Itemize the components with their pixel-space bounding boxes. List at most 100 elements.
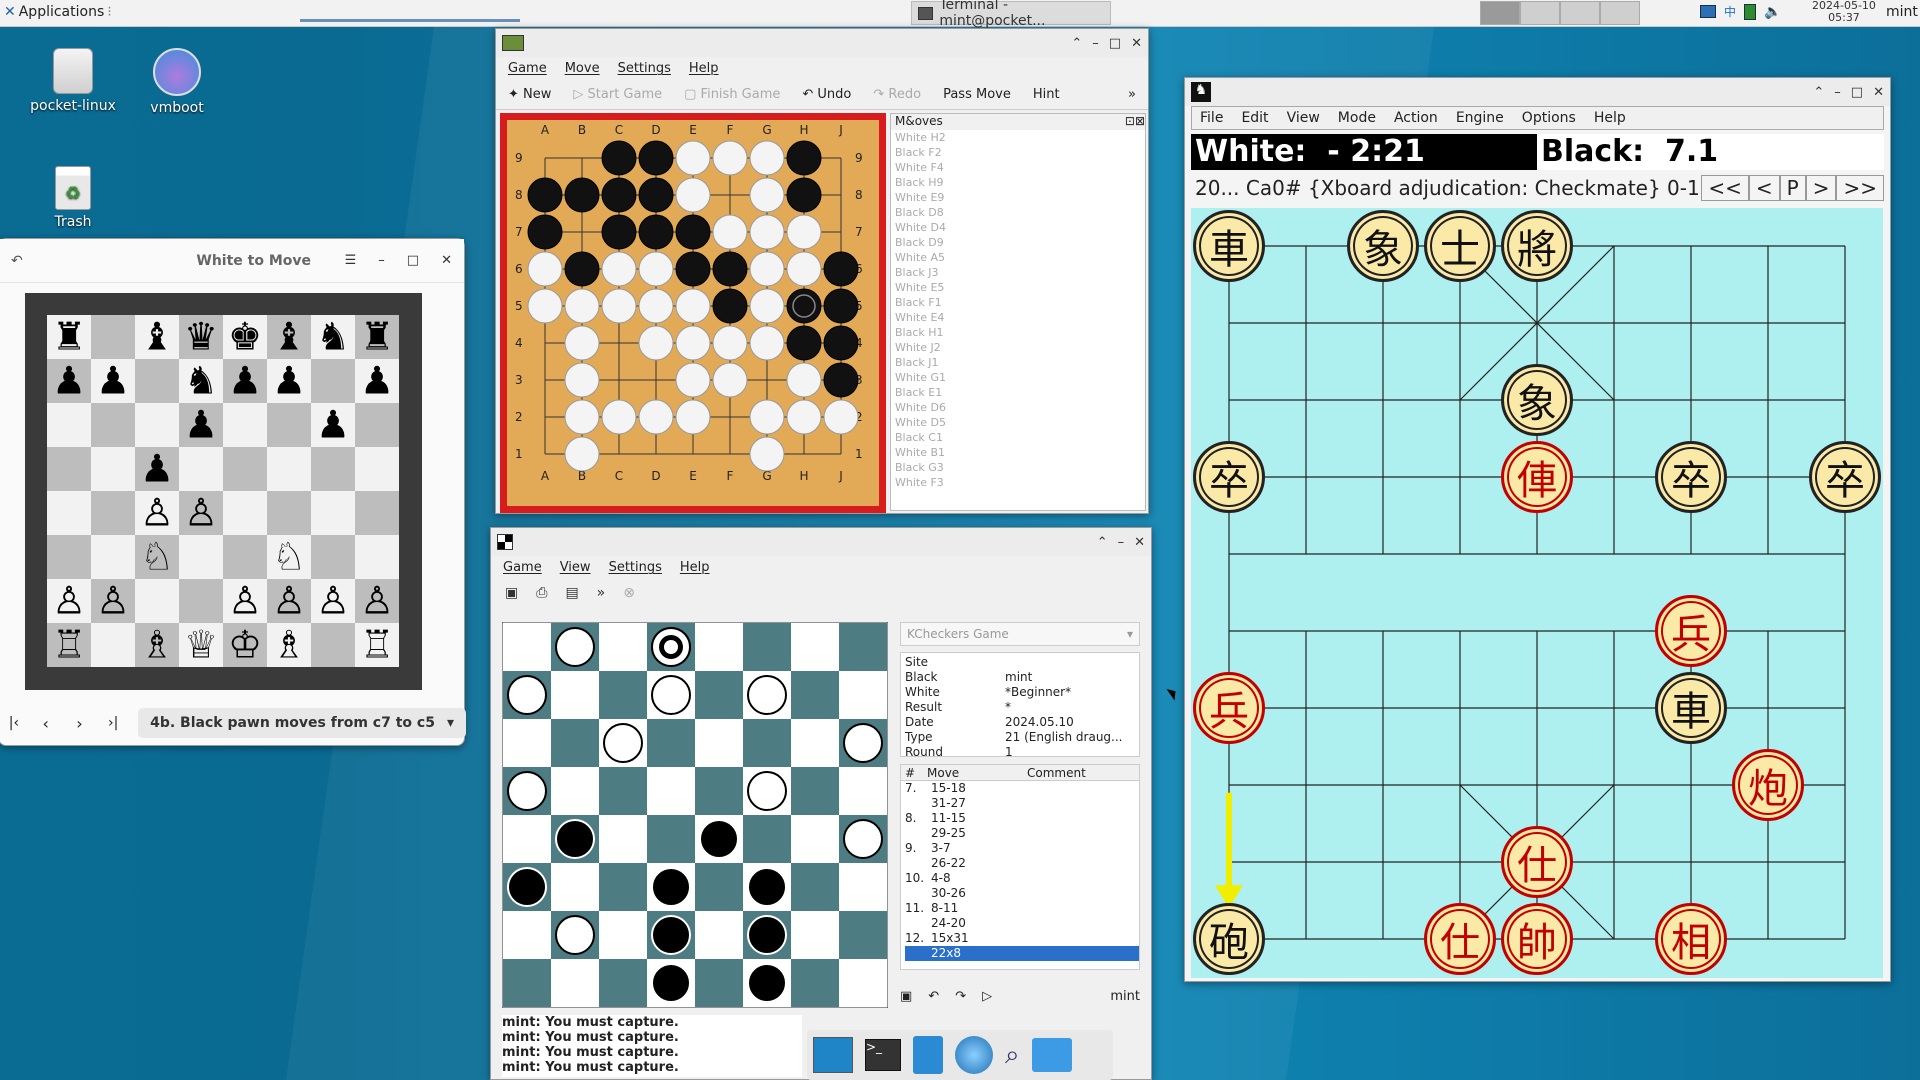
workspace-switcher[interactable]	[1480, 1, 1640, 25]
red-piece[interactable]: 俥	[1501, 441, 1573, 513]
web-browser-icon[interactable]	[955, 1036, 993, 1074]
moves-list[interactable]: White H2 Black F2 White F4 Black H9 White E9…	[891, 130, 1145, 490]
checkers-board[interactable]	[502, 622, 888, 1008]
next-move-icon[interactable]: ›	[63, 714, 97, 733]
move-row[interactable]: 9. 3-7	[905, 841, 1139, 856]
terminal-icon[interactable]: >_	[865, 1039, 901, 1071]
red-piece[interactable]: 仕	[1501, 826, 1573, 898]
toolbar-overflow-icon[interactable]: »	[1128, 87, 1136, 102]
shade-icon[interactable]: ⌃	[1813, 85, 1824, 100]
black-piece[interactable]: 砲	[1193, 903, 1265, 975]
move-item[interactable]: White E5	[891, 280, 1145, 295]
start-game-button[interactable]: ▷ Start Game	[573, 87, 662, 102]
black-piece[interactable]: 象	[1347, 210, 1419, 282]
applications-menu[interactable]: ✕ Applications ⁝	[4, 4, 112, 20]
black-piece[interactable]: 象	[1501, 364, 1573, 436]
menu-move[interactable]: Move	[565, 61, 600, 76]
move-item[interactable]: White E9	[891, 190, 1145, 205]
move-item[interactable]: Black E1	[891, 385, 1145, 400]
black-piece[interactable]: 車	[1655, 672, 1727, 744]
desktop-icon-trash[interactable]: ♻ Trash	[28, 166, 118, 230]
menu-action[interactable]: Action	[1394, 110, 1438, 126]
move-item[interactable]: Black D8	[891, 205, 1145, 220]
panel-close-icon[interactable]: ⊡⊠	[1125, 114, 1145, 130]
display-icon[interactable]	[1700, 5, 1716, 18]
pgn-value[interactable]: 2024.05.10	[1005, 715, 1074, 730]
move-row[interactable]: 30-26	[905, 886, 1139, 901]
move-item[interactable]: White G1	[891, 370, 1145, 385]
move-item[interactable]: Black D9	[891, 235, 1145, 250]
move-row[interactable]: 11. 8-11	[905, 901, 1139, 916]
last-move-icon[interactable]: ›|	[96, 715, 130, 731]
pgn-value[interactable]: 1	[1005, 745, 1013, 760]
clock[interactable]: 2024-05-10 05:37	[1812, 0, 1876, 24]
maximize-icon[interactable]: □	[407, 253, 419, 268]
red-piece[interactable]: 相	[1655, 903, 1727, 975]
new-button[interactable]: ✦ New	[508, 87, 551, 102]
search-icon[interactable]: ⌕	[1005, 1040, 1020, 1071]
workspace-4[interactable]	[1600, 1, 1640, 25]
game-select[interactable]: KCheckers Game ▾	[900, 622, 1140, 646]
move-row[interactable]: 22x8	[905, 946, 1139, 961]
next-round-icon[interactable]: »	[597, 585, 606, 601]
nav-forward-button[interactable]: >	[1805, 175, 1837, 201]
move-item[interactable]: Black C1	[891, 430, 1145, 445]
maximize-icon[interactable]: □	[1109, 36, 1121, 51]
workspace-3[interactable]	[1560, 1, 1600, 25]
move-row[interactable]: 29-25	[905, 826, 1139, 841]
move-item[interactable]: Black H1	[891, 325, 1145, 340]
menu-engine[interactable]: Engine	[1456, 110, 1504, 126]
nav-last-button[interactable]: >>	[1836, 175, 1884, 201]
prev-move-icon[interactable]: ‹	[29, 714, 63, 733]
move-item[interactable]: Black F1	[891, 295, 1145, 310]
move-item[interactable]: White J2	[891, 340, 1145, 355]
move-item[interactable]: Black G3	[891, 460, 1145, 475]
stop-icon[interactable]: ⊗	[623, 585, 635, 601]
move-item[interactable]: Black H9	[891, 175, 1145, 190]
pass-move-button[interactable]: Pass Move	[943, 87, 1011, 102]
move-rows[interactable]: 7. 15-18 31-27 8. 11-15 29-25 9. 3-7 26-22 10. 4-8…	[901, 781, 1139, 961]
go-board[interactable]: AABBCCDDEEFFGGHHJJ9 98 87 76 65 54 43 32 21 1	[507, 120, 879, 506]
open-icon[interactable]: ⎙	[536, 585, 547, 601]
move-row[interactable]: 12. 15x31	[905, 931, 1139, 946]
pgn-value[interactable]: *	[1005, 700, 1011, 715]
first-move-icon[interactable]: |‹	[0, 715, 29, 731]
undo-icon[interactable]: ↶	[928, 989, 939, 1004]
move-row[interactable]: 8. 11-15	[905, 811, 1139, 826]
user-menu[interactable]: mint	[1886, 4, 1918, 20]
new-game-icon[interactable]: ▣	[505, 585, 518, 601]
move-item[interactable]: White A5	[891, 250, 1145, 265]
input-method-icon[interactable]: 中	[1724, 3, 1736, 20]
move-row[interactable]: 31-27	[905, 796, 1139, 811]
move-select[interactable]: 4b. Black pawn moves from c7 to c5 ▾	[138, 708, 466, 738]
menu-mode[interactable]: Mode	[1338, 110, 1376, 126]
menu-help[interactable]: Help	[680, 560, 710, 575]
file-manager-icon[interactable]	[913, 1036, 943, 1074]
save-icon[interactable]: ▤	[565, 585, 578, 601]
menu-settings[interactable]: Settings	[609, 560, 662, 575]
nav-back-button[interactable]: <	[1748, 175, 1780, 201]
menu-view[interactable]: View	[560, 560, 591, 575]
menu-settings[interactable]: Settings	[618, 61, 671, 76]
minimize-icon[interactable]: –	[378, 253, 385, 268]
black-piece[interactable]: 將	[1501, 210, 1573, 282]
taskbar-terminal[interactable]: Terminal - mint@pocket...	[911, 0, 1111, 29]
redo-icon[interactable]: ↷	[955, 989, 966, 1004]
red-piece[interactable]: 仕	[1424, 903, 1496, 975]
move-item[interactable]: White D5	[891, 415, 1145, 430]
move-row[interactable]: 10. 4-8	[905, 871, 1139, 886]
volume-icon[interactable]: 🔈	[1764, 4, 1781, 20]
red-piece[interactable]: 帥	[1501, 903, 1573, 975]
play-icon[interactable]: ▷	[982, 989, 992, 1004]
col-number[interactable]: #	[901, 765, 927, 780]
show-desktop-icon[interactable]	[813, 1037, 853, 1073]
nav-pause-button[interactable]: P	[1779, 175, 1806, 201]
close-icon[interactable]: ✕	[1131, 36, 1142, 51]
menu-game[interactable]: Game	[503, 560, 542, 575]
minimize-icon[interactable]: –	[1118, 535, 1125, 550]
battery-icon[interactable]	[1744, 3, 1757, 20]
move-item[interactable]: White F3	[891, 475, 1145, 490]
close-icon[interactable]: ✕	[1134, 535, 1145, 550]
menu-help[interactable]: Help	[1594, 110, 1626, 126]
move-row[interactable]: 26-22	[905, 856, 1139, 871]
